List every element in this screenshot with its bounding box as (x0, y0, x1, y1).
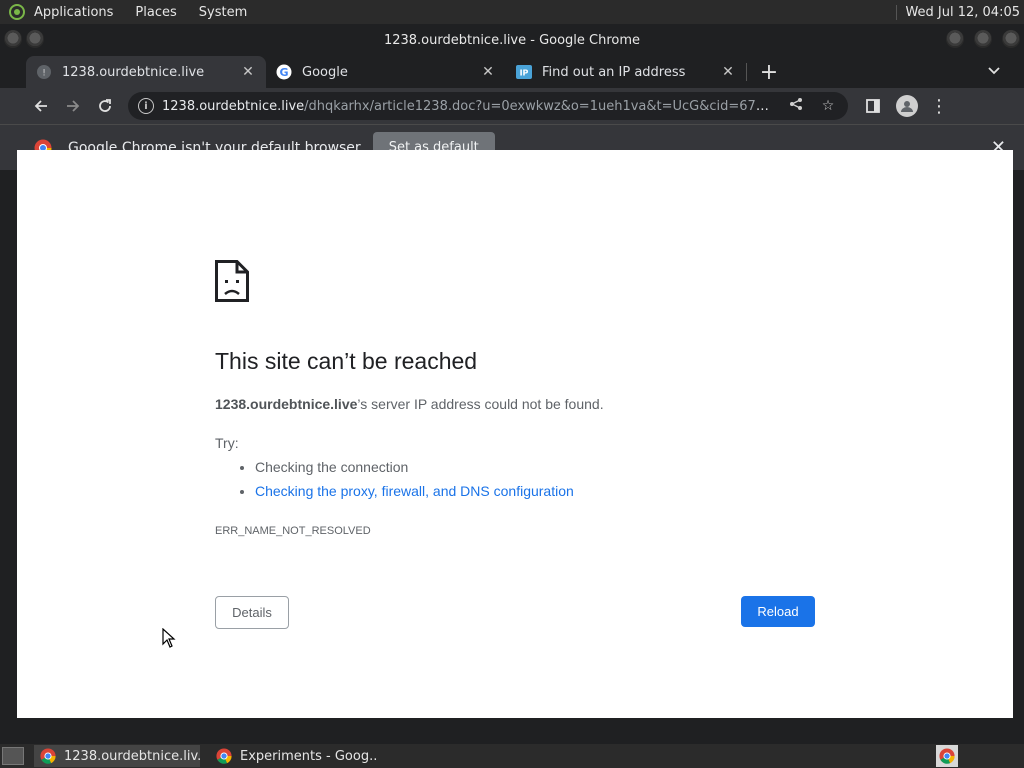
suggestion-item: Checking the connection (255, 459, 574, 475)
system-clock[interactable]: Wed Jul 12, 04:05 (896, 4, 1020, 20)
side-panel-icon[interactable] (858, 91, 888, 121)
try-label: Try: (215, 435, 239, 451)
tab-label: Google (302, 64, 348, 80)
chrome-logo-icon (216, 748, 232, 764)
new-tab-button[interactable]: + (755, 58, 783, 86)
taskbar: 1238.ourdebtnice.liv... Experiments - Go… (0, 744, 1024, 768)
url-path: /dhqkarhx/article1238.doc?u=0exwkwz&o=1u… (304, 98, 776, 114)
system-top-bar: Applications Places System Wed Jul 12, 0… (0, 0, 1024, 24)
suggestion-list: Checking the connection Checking the pro… (255, 459, 574, 507)
error-title: This site can’t be reached (215, 348, 478, 374)
bookmark-star-icon[interactable]: ☆ (816, 98, 840, 114)
menu-system[interactable]: System (199, 5, 247, 20)
forward-button[interactable] (58, 91, 88, 121)
menu-places[interactable]: Places (135, 5, 176, 20)
window-titlebar[interactable]: 1238.ourdebtnice.live - Google Chrome (0, 24, 1024, 56)
page-error-icon: ! (36, 64, 52, 80)
tab-ourdebtnice[interactable]: ! 1238.ourdebtnice.live ✕ (26, 56, 266, 88)
tab-google[interactable]: G Google ✕ (266, 56, 506, 88)
taskbar-item-experiments[interactable]: Experiments - Goog... (210, 745, 376, 767)
show-desktop-button[interactable] (2, 747, 24, 765)
mouse-cursor-icon (162, 627, 176, 652)
error-message-suffix: ’s server IP address could not be found. (357, 396, 604, 412)
tab-close-icon[interactable]: ✕ (480, 64, 496, 80)
chrome-logo-icon (40, 748, 56, 764)
url-text[interactable]: 1238.ourdebtnice.live/dhqkarhx/article12… (162, 99, 776, 114)
site-info-icon[interactable]: i (138, 98, 154, 114)
tray-chrome-icon[interactable] (936, 745, 958, 767)
error-message: 1238.ourdebtnice.live’s server IP addres… (215, 396, 604, 412)
suggestion-item: Checking the proxy, firewall, and DNS co… (255, 483, 574, 499)
tab-close-icon[interactable]: ✕ (240, 64, 256, 80)
tab-label: 1238.ourdebtnice.live (62, 64, 205, 80)
tab-search-chevron-icon[interactable] (988, 64, 1000, 78)
tab-separator (746, 63, 747, 81)
url-host: 1238.ourdebtnice.live (162, 98, 305, 114)
browser-toolbar: i 1238.ourdebtnice.live/dhqkarhx/article… (0, 88, 1024, 124)
ip-icon: IP (516, 64, 532, 80)
tab-label: Find out an IP address (542, 64, 686, 80)
tab-ip-address[interactable]: IP Find out an IP address ✕ (506, 56, 746, 88)
svg-text:!: ! (42, 69, 46, 79)
share-icon[interactable] (784, 97, 808, 115)
reload-button[interactable]: Reload (741, 596, 815, 627)
tab-strip: ! 1238.ourdebtnice.live ✕ G Google ✕ IP … (0, 56, 1024, 88)
details-button[interactable]: Details (215, 596, 289, 629)
chrome-menu-icon[interactable]: ⋮ (924, 91, 954, 121)
profile-avatar-icon[interactable] (896, 95, 918, 117)
error-host: 1238.ourdebtnice.live (215, 396, 358, 412)
address-bar[interactable]: i 1238.ourdebtnice.live/dhqkarhx/article… (128, 92, 848, 120)
window-maximize-button[interactable] (974, 30, 992, 48)
sad-page-icon (215, 260, 249, 306)
distro-logo-icon[interactable] (6, 1, 28, 23)
svg-text:IP: IP (520, 69, 529, 78)
window-title: 1238.ourdebtnice.live - Google Chrome (383, 32, 641, 48)
error-code: ERR_NAME_NOT_RESOLVED (215, 525, 371, 537)
back-button[interactable] (26, 91, 56, 121)
google-icon: G (276, 64, 292, 80)
window-minimize-button[interactable] (946, 30, 964, 48)
tab-close-icon[interactable]: ✕ (720, 64, 736, 80)
taskbar-item-label: 1238.ourdebtnice.liv... (64, 748, 200, 764)
window-menu-button[interactable] (4, 30, 22, 48)
menu-applications[interactable]: Applications (34, 5, 113, 20)
window-close-button[interactable] (1002, 30, 1020, 48)
taskbar-item-label: Experiments - Goog... (240, 748, 376, 764)
proxy-dns-link[interactable]: Checking the proxy, firewall, and DNS co… (255, 483, 574, 499)
svg-text:G: G (279, 66, 288, 79)
taskbar-item-chrome[interactable]: 1238.ourdebtnice.liv... (34, 745, 200, 767)
error-page: This site can’t be reached 1238.ourdebtn… (17, 150, 1013, 718)
reload-icon[interactable] (90, 91, 120, 121)
window-shade-button[interactable] (26, 30, 44, 48)
